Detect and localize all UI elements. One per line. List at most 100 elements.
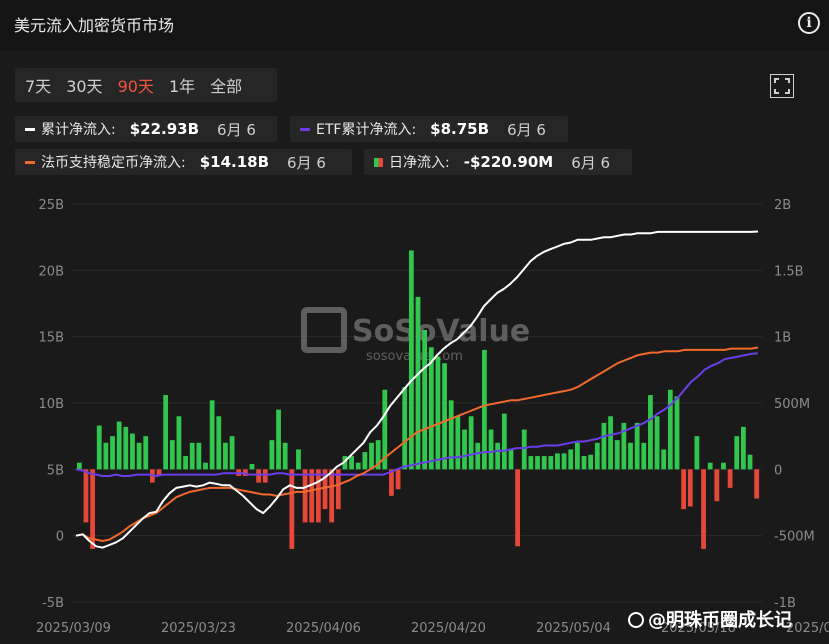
range-1y[interactable]: 1年	[169, 73, 195, 97]
daily-bar	[701, 469, 706, 549]
daily-bar	[136, 442, 142, 470]
daily-bar	[302, 469, 308, 523]
watermark-url: sosovalue.com	[366, 349, 463, 364]
daily-bars	[76, 250, 760, 549]
daily-bar	[169, 440, 175, 470]
daily-bar	[628, 442, 633, 470]
range-7d[interactable]: 7天	[25, 73, 51, 97]
range-90d[interactable]: 90天	[118, 73, 154, 97]
watermark-logo-icon	[301, 307, 347, 353]
daily-bar	[276, 409, 281, 470]
right-axis-ticks: 2B1.5B1B500M0-500M-1B	[774, 198, 815, 611]
daily-bar	[256, 469, 262, 483]
daily-bar	[581, 456, 587, 470]
daily-bar	[548, 456, 554, 470]
range-30d[interactable]: 30天	[66, 73, 102, 97]
legend-cumulative[interactable]: 累计净流入: $22.93B 6月 6	[15, 116, 277, 142]
daily-bar	[355, 462, 361, 470]
time-range-selector: 7天 30天 90天 1年 全部	[15, 68, 277, 102]
daily-bar	[209, 400, 215, 470]
watermark-name: SoSoValue	[352, 314, 530, 349]
daily-bar	[661, 449, 667, 470]
daily-bar	[541, 456, 547, 470]
left-tick-label: 25B	[39, 198, 64, 213]
daily-bar	[76, 462, 82, 470]
legend-daily-date: 6月 6	[571, 153, 611, 172]
daily-bar	[428, 347, 434, 470]
daily-bar	[103, 442, 109, 470]
daily-bar	[727, 469, 733, 488]
daily-bar	[747, 454, 753, 470]
range-all[interactable]: 全部	[210, 73, 242, 97]
daily-bar	[110, 436, 115, 470]
right-tick-label: 0	[774, 463, 782, 478]
legend-etf-date: 6月 6	[507, 120, 546, 139]
x-tick-label: 2025/03/23	[161, 621, 236, 636]
daily-bar	[229, 436, 235, 470]
daily-bar	[721, 462, 726, 470]
left-tick-label: -5B	[42, 596, 64, 611]
x-tick-label: 2025/03/09	[36, 621, 111, 636]
daily-bar	[282, 442, 288, 470]
daily-bar	[475, 442, 481, 470]
daily-bar	[123, 426, 129, 470]
fullscreen-icon[interactable]	[770, 74, 794, 98]
daily-bar	[83, 469, 89, 523]
daily-bar	[262, 469, 268, 483]
daily-bar	[395, 469, 401, 490]
daily-bar	[455, 416, 461, 470]
right-tick-label: 1B	[774, 331, 791, 346]
left-tick-label: 10B	[39, 397, 64, 412]
daily-bar	[648, 395, 653, 470]
daily-bar	[143, 436, 149, 470]
legend-daily-label: 日净流入:	[389, 155, 450, 171]
legend-etf[interactable]: ETF累计净流入: $8.75B 6月 6	[290, 116, 568, 142]
daily-bar	[369, 442, 374, 470]
daily-bar	[216, 416, 222, 470]
info-icon[interactable]: i	[798, 12, 820, 34]
daily-bar	[641, 442, 647, 470]
right-tick-label: 500M	[774, 397, 810, 412]
daily-bar	[435, 356, 441, 470]
legend-etf-value: $8.75B	[430, 120, 490, 138]
credit-icon	[628, 612, 644, 628]
daily-bar	[189, 442, 195, 470]
daily-bar	[249, 464, 255, 470]
legend-stable[interactable]: 法币支持稳定币净流入: $14.18B 6月 6	[15, 149, 352, 175]
legend-cumulative-label: 累计净流入:	[41, 122, 116, 138]
daily-bar	[528, 456, 534, 470]
daily-bar	[754, 469, 760, 499]
legend-cumulative-value: $22.93B	[129, 120, 200, 138]
header-bar: 美元流入加密货币市场 i	[0, 0, 829, 50]
daily-bar	[389, 469, 394, 496]
daily-bar	[568, 449, 574, 470]
daily-bar	[289, 469, 295, 549]
daily-bar	[362, 452, 368, 470]
daily-bar	[501, 413, 507, 470]
daily-bar	[601, 422, 607, 470]
legend-daily[interactable]: 日净流入: -$220.90M 6月 6	[364, 149, 632, 175]
daily-bar	[734, 436, 740, 470]
daily-bar	[468, 416, 474, 470]
daily-bar	[667, 389, 673, 470]
left-tick-label: 0	[56, 530, 64, 545]
daily-bar	[488, 429, 494, 470]
legend-cumulative-date: 6月 6	[217, 120, 256, 139]
daily-bar	[269, 440, 275, 470]
legend-daily-value: -$220.90M	[463, 153, 554, 171]
daily-bar	[594, 442, 600, 470]
daily-bar	[415, 296, 421, 470]
legend-stable-value: $14.18B	[199, 153, 270, 171]
legend-etf-label: ETF累计净流入:	[316, 122, 417, 138]
flow-chart: SoSoValue sosovalue.com 25B 20B 15B 10B 5B 0 -…	[36, 198, 829, 636]
daily-bar	[448, 400, 454, 470]
daily-bar	[176, 416, 182, 470]
legend-stable-swatch	[25, 160, 35, 164]
daily-bar	[183, 456, 188, 470]
daily-bar	[90, 469, 95, 549]
fullscreen-glyph	[774, 78, 790, 94]
daily-bar	[674, 396, 680, 470]
daily-bar	[535, 456, 540, 470]
daily-bar	[196, 442, 202, 470]
daily-bar	[741, 426, 746, 470]
